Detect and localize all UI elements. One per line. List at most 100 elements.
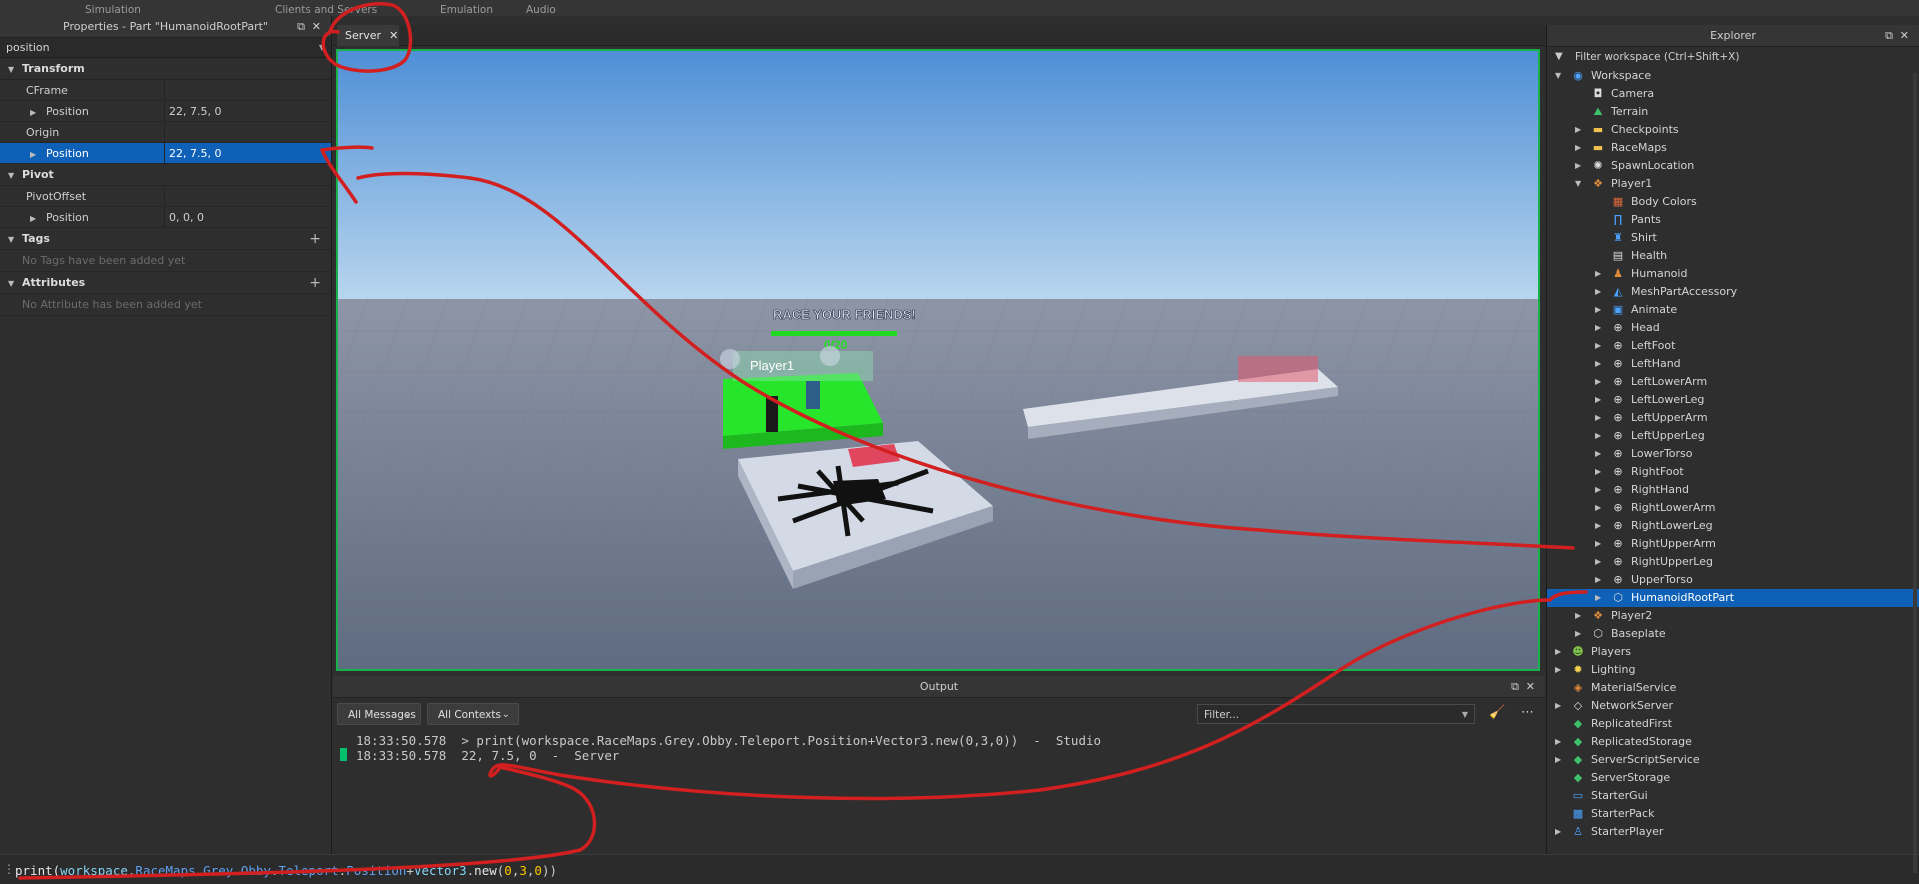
collapse-icon[interactable]: ▼: [1575, 175, 1585, 193]
messages-filter-dropdown[interactable]: All Messages ⌄: [337, 703, 421, 725]
expand-icon[interactable]: ▶: [1595, 481, 1605, 499]
explorer-item-animate[interactable]: ▶ ▣ Animate: [1547, 301, 1919, 319]
section-transform[interactable]: ▼ Transform: [0, 58, 331, 80]
explorer-item-players[interactable]: ▶ ☻ Players: [1547, 643, 1919, 661]
expand-icon[interactable]: ▶: [1555, 697, 1565, 715]
explorer-item-leftfoot[interactable]: ▶ ⊕ LeftFoot: [1547, 337, 1919, 355]
command-input[interactable]: print(workspace.RaceMaps.Grey.Obby.Telep…: [15, 863, 557, 878]
explorer-item-humanoid[interactable]: ▶ ♟ Humanoid: [1547, 265, 1919, 283]
explorer-item-meshpartaccessory[interactable]: ▶ ◭ MeshPartAccessory: [1547, 283, 1919, 301]
explorer-item-replicatedfirst[interactable]: ◆ ReplicatedFirst: [1547, 715, 1919, 733]
expand-icon[interactable]: ▶: [1595, 553, 1605, 571]
explorer-scrollbar[interactable]: [1913, 73, 1917, 873]
explorer-item-camera[interactable]: ◘ Camera: [1547, 85, 1919, 103]
expand-icon[interactable]: ▶: [1555, 661, 1565, 679]
explorer-item-leftlowerleg[interactable]: ▶ ⊕ LeftLowerLeg: [1547, 391, 1919, 409]
property-row-origin[interactable]: Origin: [0, 122, 331, 143]
section-tags[interactable]: ▼ Tags +: [0, 228, 331, 250]
game-viewport[interactable]: RACE YOUR FRIENDS! 0/20 Player1: [336, 49, 1540, 671]
property-row-pivot-position[interactable]: ▶ Position 0, 0, 0: [0, 207, 331, 228]
explorer-item-leftlowerarm[interactable]: ▶ ⊕ LeftLowerArm: [1547, 373, 1919, 391]
property-value[interactable]: 0, 0, 0: [165, 207, 331, 227]
expand-right-icon[interactable]: ▶: [30, 102, 46, 123]
close-icon[interactable]: ✕: [389, 29, 398, 42]
section-pivot[interactable]: ▼ Pivot: [0, 164, 331, 186]
property-row-cframe-position[interactable]: ▶ Position 22, 7.5, 0: [0, 101, 331, 122]
expand-icon[interactable]: ▶: [1595, 355, 1605, 373]
expand-icon[interactable]: ▶: [1595, 409, 1605, 427]
close-icon[interactable]: ✕: [312, 16, 321, 38]
explorer-item-replicatedstorage[interactable]: ▶ ◆ ReplicatedStorage: [1547, 733, 1919, 751]
explorer-item-lowertorso[interactable]: ▶ ⊕ LowerTorso: [1547, 445, 1919, 463]
expand-icon[interactable]: ▶: [1555, 643, 1565, 661]
explorer-item-health[interactable]: ▤ Health: [1547, 247, 1919, 265]
expand-icon[interactable]: ▶: [1555, 733, 1565, 751]
explorer-filter-input[interactable]: ▼ Filter workspace (Ctrl+Shift+X): [1547, 47, 1919, 67]
explorer-item-humanoidrootpart[interactable]: ▶ ⬡ HumanoidRootPart: [1547, 589, 1919, 607]
explorer-item-leftupperleg[interactable]: ▶ ⊕ LeftUpperLeg: [1547, 427, 1919, 445]
chevron-down-icon[interactable]: ▼: [319, 38, 325, 58]
expand-icon[interactable]: ▶: [1575, 139, 1585, 157]
explorer-item-workspace[interactable]: ▼ ◉ Workspace: [1547, 67, 1919, 85]
explorer-item-rightupperarm[interactable]: ▶ ⊕ RightUpperArm: [1547, 535, 1919, 553]
expand-icon[interactable]: ▶: [1575, 607, 1585, 625]
expand-icon[interactable]: ▶: [1595, 283, 1605, 301]
expand-icon[interactable]: ▶: [1575, 625, 1585, 643]
section-attributes[interactable]: ▼ Attributes +: [0, 272, 331, 294]
close-icon[interactable]: ✕: [1526, 676, 1535, 698]
explorer-item-spawnlocation[interactable]: ▶ ✺ SpawnLocation: [1547, 157, 1919, 175]
undock-icon[interactable]: ⧉: [1511, 676, 1519, 698]
expand-icon[interactable]: ▶: [1595, 499, 1605, 517]
more-options-icon[interactable]: ⋯: [1521, 705, 1534, 720]
explorer-item-pants[interactable]: ∏ Pants: [1547, 211, 1919, 229]
explorer-item-starterplayer[interactable]: ▶ ♙ StarterPlayer: [1547, 823, 1919, 841]
contexts-filter-dropdown[interactable]: All Contexts ⌄: [427, 703, 519, 725]
explorer-item-serverstorage[interactable]: ◆ ServerStorage: [1547, 769, 1919, 787]
explorer-item-lighting[interactable]: ▶ ✹ Lighting: [1547, 661, 1919, 679]
explorer-item-rightupperleg[interactable]: ▶ ⊕ RightUpperLeg: [1547, 553, 1919, 571]
expand-icon[interactable]: ▶: [1555, 751, 1565, 769]
add-tag-icon[interactable]: +: [309, 228, 321, 250]
explorer-item-serverscriptservice[interactable]: ▶ ◆ ServerScriptService: [1547, 751, 1919, 769]
expand-icon[interactable]: ▶: [1575, 121, 1585, 139]
expand-icon[interactable]: ▶: [1595, 535, 1605, 553]
chevron-down-icon[interactable]: ▼: [1462, 705, 1468, 725]
command-bar[interactable]: ⋮ print(workspace.RaceMaps.Grey.Obby.Tel…: [0, 854, 1919, 884]
menu-audio[interactable]: Audio: [526, 4, 556, 16]
explorer-item-terrain[interactable]: ⛰ Terrain: [1547, 103, 1919, 121]
tab-server[interactable]: Server ✕: [337, 25, 399, 46]
explorer-item-rightlowerleg[interactable]: ▶ ⊕ RightLowerLeg: [1547, 517, 1919, 535]
undock-icon[interactable]: ⧉: [297, 16, 305, 38]
expand-icon[interactable]: ▶: [1595, 373, 1605, 391]
expand-icon[interactable]: ▶: [1595, 301, 1605, 319]
add-attribute-icon[interactable]: +: [309, 272, 321, 294]
undock-icon[interactable]: ⧉: [1885, 25, 1893, 47]
explorer-item-uppertorso[interactable]: ▶ ⊕ UpperTorso: [1547, 571, 1919, 589]
explorer-item-shirt[interactable]: ♜ Shirt: [1547, 229, 1919, 247]
menu-emulation[interactable]: Emulation: [440, 4, 493, 16]
menu-simulation[interactable]: Simulation: [85, 4, 141, 16]
explorer-item-checkpoints[interactable]: ▶ ▬ Checkpoints: [1547, 121, 1919, 139]
expand-icon[interactable]: ▶: [1555, 823, 1565, 841]
explorer-item-lefthand[interactable]: ▶ ⊕ LeftHand: [1547, 355, 1919, 373]
properties-search-input[interactable]: position ▼: [0, 38, 331, 58]
clear-output-icon[interactable]: 🧹: [1489, 705, 1505, 720]
expand-icon[interactable]: ▶: [1595, 445, 1605, 463]
expand-icon[interactable]: ▶: [1595, 391, 1605, 409]
expand-icon[interactable]: ▶: [1595, 337, 1605, 355]
expand-icon[interactable]: ▶: [1595, 517, 1605, 535]
explorer-item-player1[interactable]: ▼ ❖ Player1: [1547, 175, 1919, 193]
close-icon[interactable]: ✕: [1900, 25, 1909, 47]
expand-icon[interactable]: ▶: [1575, 157, 1585, 175]
explorer-item-body-colors[interactable]: ▦ Body Colors: [1547, 193, 1919, 211]
expand-icon[interactable]: ▶: [1595, 427, 1605, 445]
expand-right-icon[interactable]: ▶: [30, 144, 46, 165]
expand-icon[interactable]: ▶: [1595, 589, 1605, 607]
property-row-cframe[interactable]: CFrame: [0, 80, 331, 101]
explorer-item-baseplate[interactable]: ▶ ⬡ Baseplate: [1547, 625, 1919, 643]
expand-icon[interactable]: ▶: [1595, 463, 1605, 481]
explorer-item-starterpack[interactable]: ▩ StarterPack: [1547, 805, 1919, 823]
explorer-item-startergui[interactable]: ▭ StarterGui: [1547, 787, 1919, 805]
property-value[interactable]: 22, 7.5, 0: [165, 143, 331, 163]
menu-clients-servers[interactable]: Clients and Servers: [275, 4, 377, 16]
